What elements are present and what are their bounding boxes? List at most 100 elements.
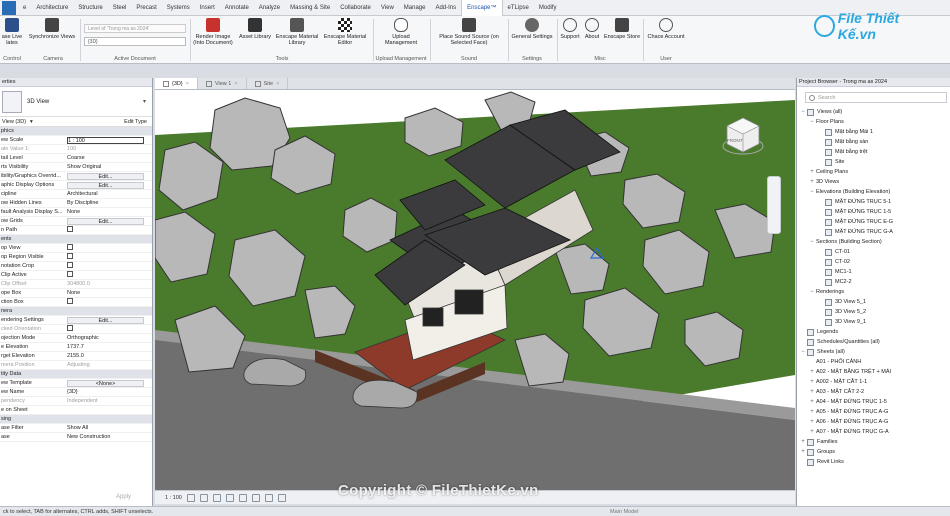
tree-item[interactable]: CT-01 [797, 247, 950, 257]
close-icon[interactable]: × [276, 78, 279, 90]
ribbon-tab[interactable]: e [18, 0, 31, 16]
property-section[interactable]: phics [0, 127, 152, 136]
ribbon-tab[interactable]: Steel [108, 0, 132, 16]
property-value[interactable]: Show Original [67, 164, 152, 170]
app-menu-button[interactable] [2, 0, 16, 15]
expand-icon[interactable]: + [808, 177, 816, 187]
expand-icon[interactable]: + [808, 167, 816, 177]
property-checkbox[interactable] [67, 298, 152, 306]
3d-viewport[interactable]: FRONT [155, 90, 795, 490]
collapse-icon[interactable]: − [808, 187, 816, 197]
property-value[interactable]: 1 : 100 [67, 136, 144, 144]
about-button[interactable]: About [581, 18, 603, 40]
property-value[interactable]: 2155.0 [67, 353, 152, 359]
property-checkbox[interactable] [67, 271, 152, 279]
property-value[interactable]: By Discipline [67, 200, 152, 206]
property-checkbox[interactable] [67, 226, 152, 234]
render-image-button[interactable]: Render Image (Into Document) [188, 18, 238, 46]
ribbon-tab[interactable]: Insert [195, 0, 220, 16]
tree-item[interactable]: A01 - PHỐI CẢNH [797, 357, 950, 367]
tree-item[interactable]: MC2-2 [797, 277, 950, 287]
sync-views-button[interactable]: Synchronize Views [26, 18, 78, 40]
view-scale[interactable]: 1 : 100 [165, 495, 182, 501]
ribbon-tab[interactable]: eTLipse [503, 0, 534, 16]
asset-library-button[interactable]: Asset Library [236, 18, 274, 40]
tree-item[interactable]: Schedules/Quantities (all) [797, 337, 950, 347]
lock-icon[interactable] [277, 493, 286, 502]
tree-item[interactable]: CT-02 [797, 257, 950, 267]
ribbon-tab[interactable]: Precast [131, 0, 161, 16]
view-tab[interactable]: {3D} × [155, 78, 198, 89]
tree-item[interactable]: MẶT ĐỨNG TRỤC G-A [797, 227, 950, 237]
tree-item[interactable]: + A02 - MẶT BẰNG TRỆT + MÁI [797, 367, 950, 377]
close-icon[interactable]: × [234, 78, 237, 90]
tree-item[interactable]: + A04 - MẶT ĐỨNG TRỤC 1-5 [797, 397, 950, 407]
property-section[interactable]: sing [0, 415, 152, 424]
ribbon-tab[interactable]: Massing & Site [285, 0, 335, 16]
ribbon-tab[interactable]: Manage [399, 0, 431, 16]
expand-icon[interactable]: + [808, 387, 816, 397]
view-tab[interactable]: Site × [247, 78, 289, 89]
tree-item[interactable]: − Elevations (Building Elevation) [797, 187, 950, 197]
collapse-icon[interactable]: − [799, 347, 807, 357]
tree-item[interactable]: Mặt bằng sàn [797, 137, 950, 147]
ribbon-tab[interactable]: Collaborate [335, 0, 376, 16]
document-search[interactable]: Level of 'Trong ma as 2024' [84, 24, 186, 33]
live-updates-button[interactable]: ase Live lates [0, 18, 24, 46]
property-value[interactable]: Architectural [67, 191, 152, 197]
sun-path-icon[interactable] [212, 493, 221, 502]
property-value[interactable]: Orthographic [67, 335, 152, 341]
ribbon-tab[interactable]: Add-Ins [430, 0, 461, 16]
tree-item[interactable]: − Floor Plans [797, 117, 950, 127]
active-document-select[interactable]: {3D} [84, 37, 186, 46]
property-section[interactable]: nera [0, 307, 152, 316]
tree-item[interactable]: 3D View 5_1 [797, 297, 950, 307]
material-editor-button[interactable]: Enscape Material Editor [320, 18, 370, 46]
enscape-store-button[interactable]: Enscape Store [602, 18, 642, 40]
navigation-bar[interactable] [767, 176, 781, 234]
property-checkbox[interactable] [67, 244, 152, 252]
expand-icon[interactable]: + [808, 427, 816, 437]
tree-item[interactable]: Mặt bằng Mái 1 [797, 127, 950, 137]
ribbon-tab[interactable]: Architecture [31, 0, 73, 16]
expand-icon[interactable]: + [808, 377, 816, 387]
expand-icon[interactable]: + [799, 437, 807, 447]
viewcube[interactable]: FRONT [721, 114, 765, 158]
expand-icon[interactable]: + [808, 407, 816, 417]
tree-item[interactable]: MẶT ĐỨNG TRỤC E-G [797, 217, 950, 227]
expand-icon[interactable]: + [808, 417, 816, 427]
collapse-icon[interactable]: − [808, 117, 816, 127]
place-sound-button[interactable]: Place Sound Source (on Selected Face) [432, 18, 506, 46]
project-browser-search[interactable]: Search [805, 92, 947, 103]
material-library-button[interactable]: Enscape Material Library [272, 18, 322, 46]
ribbon-tab[interactable]: Modify [534, 0, 562, 16]
close-icon[interactable]: × [186, 78, 189, 90]
edit-type-button[interactable]: Edit Type [124, 119, 147, 125]
tree-item[interactable]: Legends [797, 327, 950, 337]
tree-item[interactable]: MẶT ĐỨNG TRỤC 1-5 [797, 207, 950, 217]
tree-item[interactable]: Mặt bằng trệt [797, 147, 950, 157]
support-button[interactable]: Support [558, 18, 582, 40]
ribbon-tab[interactable]: Annotate [220, 0, 254, 16]
property-checkbox[interactable] [67, 262, 152, 270]
ribbon-tab[interactable]: Systems [162, 0, 195, 16]
property-edit-button[interactable]: <None> [67, 379, 144, 387]
crop-icon[interactable] [251, 493, 260, 502]
tree-item[interactable]: + A07 - MẶT ĐỨNG TRỤC G-A [797, 427, 950, 437]
property-edit-button[interactable]: Edit... [67, 172, 144, 180]
tree-item[interactable]: 3D View 9_1 [797, 317, 950, 327]
tree-item[interactable]: − Views (all) [797, 107, 950, 117]
shadows-icon[interactable] [225, 493, 234, 502]
tree-item[interactable]: Revit Links [797, 457, 950, 467]
general-settings-button[interactable]: General Settings [508, 18, 556, 40]
ribbon-tab[interactable]: Structure [73, 0, 107, 16]
render-icon[interactable] [238, 493, 247, 502]
ribbon-tab[interactable]: Analyze [254, 0, 285, 16]
type-selector[interactable]: 3D View ▾ [0, 87, 152, 117]
chaos-account-button[interactable]: Chaos Account [644, 18, 688, 40]
ribbon-tab[interactable]: Enscape™ [461, 0, 503, 16]
detail-level-icon[interactable] [186, 493, 195, 502]
collapse-icon[interactable]: − [799, 107, 807, 117]
apply-button[interactable]: Apply [116, 494, 131, 500]
property-value[interactable]: New Construction [67, 434, 152, 440]
